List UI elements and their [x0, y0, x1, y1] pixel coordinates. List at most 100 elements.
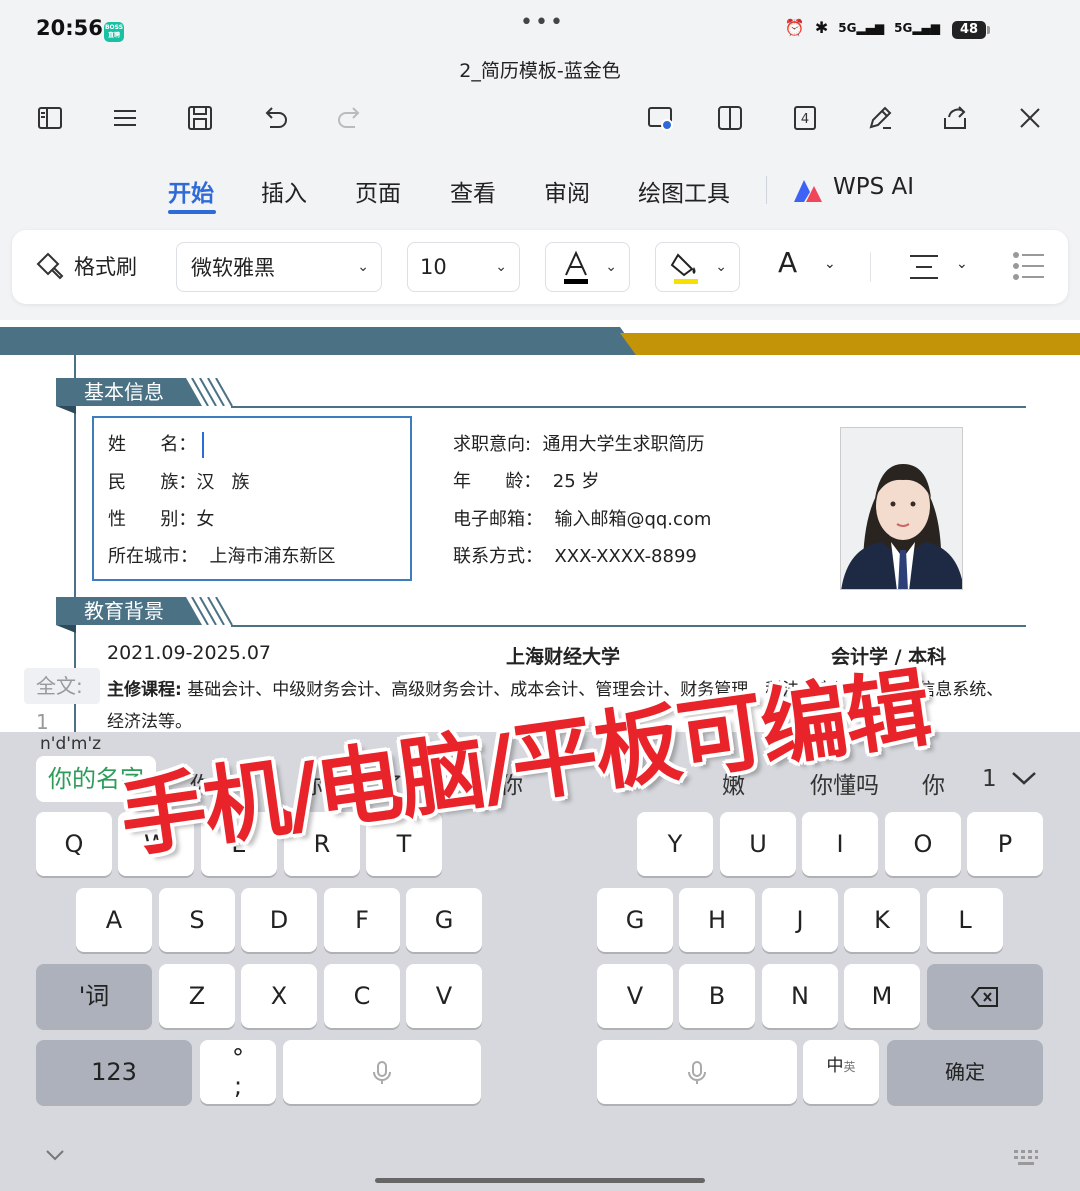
key-g-right[interactable]: G — [597, 888, 673, 952]
job-row[interactable]: 求职意向: 通用大学生求职简历 — [453, 430, 705, 456]
gender-row[interactable]: 性 别：女 — [108, 505, 214, 531]
key-s[interactable]: S — [159, 888, 235, 952]
font-size-select[interactable]: 10 ⌄ — [407, 242, 520, 292]
key-y[interactable]: Y — [637, 812, 713, 876]
courses-paragraph[interactable]: 主修课程: 基础会计、中级财务会计、高级财务会计、成本会计、管理会计、财务管理、… — [107, 674, 1007, 732]
highlight-button[interactable]: ⌄ — [655, 242, 740, 292]
space-key-left[interactable] — [283, 1040, 481, 1104]
share-icon[interactable] — [933, 96, 977, 140]
candidate[interactable]: 你 — [922, 766, 945, 800]
home-indicator[interactable] — [375, 1178, 705, 1183]
candidate[interactable]: 了 — [380, 766, 403, 800]
candidate[interactable]: 你的 — [190, 766, 236, 800]
language-toggle-key[interactable]: 中英 — [803, 1040, 879, 1104]
candidate-first[interactable]: 你的名字 — [36, 756, 156, 802]
hide-keyboard-icon[interactable] — [44, 1148, 66, 1162]
text-style-button[interactable]: A — [778, 246, 797, 279]
align-icon[interactable] — [908, 252, 940, 282]
phone-row[interactable]: 联系方式： XXX-XXXX-8899 — [453, 542, 697, 568]
tab-wps-ai[interactable]: WPS AI — [833, 174, 914, 200]
more-dots-icon[interactable]: ••• — [520, 10, 565, 35]
candidate[interactable]: 你 — [500, 766, 523, 800]
key-n[interactable]: N — [762, 964, 838, 1028]
profile-photo[interactable] — [840, 427, 963, 590]
key-word-segment[interactable]: '词 — [36, 964, 152, 1028]
key-r[interactable]: R — [284, 812, 360, 876]
chevron-down-icon[interactable]: ⌄ — [956, 256, 968, 272]
wps-ai-logo-icon[interactable] — [792, 178, 824, 204]
document-canvas[interactable]: 基本信息 姓 名： 民 族：汉 族 性 别：女 所在城市： 上海市浦东新区 求职… — [0, 320, 1080, 732]
tab-count-icon[interactable]: 4 — [783, 96, 827, 140]
key-d[interactable]: D — [241, 888, 317, 952]
tab-start[interactable]: 开始 — [168, 174, 214, 208]
bullet-list-icon[interactable] — [1012, 250, 1046, 282]
candidate[interactable]: 你懂吗 — [810, 766, 879, 800]
tab-review[interactable]: 审阅 — [544, 174, 590, 208]
key-v-right[interactable]: V — [597, 964, 673, 1028]
email-row[interactable]: 电子邮箱： 输入邮箱@qq.com — [453, 505, 711, 531]
edu-major[interactable]: 会计学 / 本科 — [831, 642, 946, 669]
key-u[interactable]: U — [720, 812, 796, 876]
signal-icon-2: 5G▂▄▆ — [894, 20, 940, 35]
key-i[interactable]: I — [802, 812, 878, 876]
battery-tip — [987, 26, 990, 34]
key-b[interactable]: B — [679, 964, 755, 1028]
sidebar-icon[interactable] — [28, 96, 72, 140]
key-e[interactable]: E — [201, 812, 277, 876]
tab-view[interactable]: 查看 — [450, 174, 496, 208]
pen-icon[interactable] — [858, 96, 902, 140]
expand-candidates-icon[interactable] — [1010, 768, 1038, 788]
tab-divider — [766, 176, 767, 204]
fulltext-counter[interactable]: 全文: 1 — [24, 668, 100, 732]
chevron-down-icon[interactable]: ⌄ — [824, 256, 836, 272]
chevron-down-icon: ⌄ — [495, 259, 507, 275]
candidate[interactable]: 嫩 — [722, 766, 745, 800]
selected-text-box[interactable]: 姓 名： 民 族：汉 族 性 别：女 所在城市： 上海市浦东新区 — [92, 416, 412, 581]
key-q[interactable]: Q — [36, 812, 112, 876]
punctuation-key[interactable]: ° ; — [200, 1040, 276, 1104]
key-l[interactable]: L — [927, 888, 1003, 952]
format-painter-button[interactable]: 格式刷 — [34, 250, 137, 282]
key-x[interactable]: X — [241, 964, 317, 1028]
screen-share-icon[interactable] — [638, 96, 682, 140]
keyboard-layout-icon[interactable] — [1012, 1148, 1040, 1168]
name-row[interactable]: 姓 名： — [108, 430, 205, 458]
backspace-key[interactable] — [927, 964, 1043, 1028]
space-key-right[interactable] — [597, 1040, 797, 1104]
split-view-icon[interactable] — [708, 96, 752, 140]
save-icon[interactable] — [178, 96, 222, 140]
key-g[interactable]: G — [406, 888, 482, 952]
key-t[interactable]: T — [366, 812, 442, 876]
tab-page[interactable]: 页面 — [355, 174, 401, 208]
candidate[interactable]: 1 — [982, 766, 997, 792]
menu-icon[interactable] — [103, 96, 147, 140]
city-row[interactable]: 所在城市： 上海市浦东新区 — [108, 542, 335, 568]
undo-icon[interactable] — [253, 96, 297, 140]
font-color-button[interactable]: ⌄ — [545, 242, 630, 292]
numbers-key[interactable]: 123 — [36, 1040, 192, 1104]
ethnic-row[interactable]: 民 族：汉 族 — [108, 468, 250, 494]
key-m[interactable]: M — [844, 964, 920, 1028]
key-h[interactable]: H — [679, 888, 755, 952]
redo-icon[interactable] — [328, 96, 372, 140]
edu-date[interactable]: 2021.09-2025.07 — [107, 642, 271, 664]
key-c[interactable]: C — [324, 964, 400, 1028]
age-row[interactable]: 年 龄： 25 岁 — [453, 467, 599, 493]
key-z[interactable]: Z — [159, 964, 235, 1028]
confirm-key[interactable]: 确定 — [887, 1040, 1043, 1104]
candidate[interactable]: 你 — [300, 766, 323, 800]
tab-drawing-tools[interactable]: 绘图工具 — [638, 174, 730, 208]
key-a[interactable]: A — [76, 888, 152, 952]
key-w[interactable]: W — [118, 812, 194, 876]
font-family-select[interactable]: 微软雅黑 ⌄ — [176, 242, 382, 292]
edu-school[interactable]: 上海财经大学 — [506, 642, 620, 669]
status-time: 20:56 — [36, 16, 103, 40]
key-p[interactable]: P — [967, 812, 1043, 876]
key-v[interactable]: V — [406, 964, 482, 1028]
key-k[interactable]: K — [844, 888, 920, 952]
key-j[interactable]: J — [762, 888, 838, 952]
key-o[interactable]: O — [885, 812, 961, 876]
key-f[interactable]: F — [324, 888, 400, 952]
close-icon[interactable] — [1008, 96, 1052, 140]
tab-insert[interactable]: 插入 — [261, 174, 307, 208]
